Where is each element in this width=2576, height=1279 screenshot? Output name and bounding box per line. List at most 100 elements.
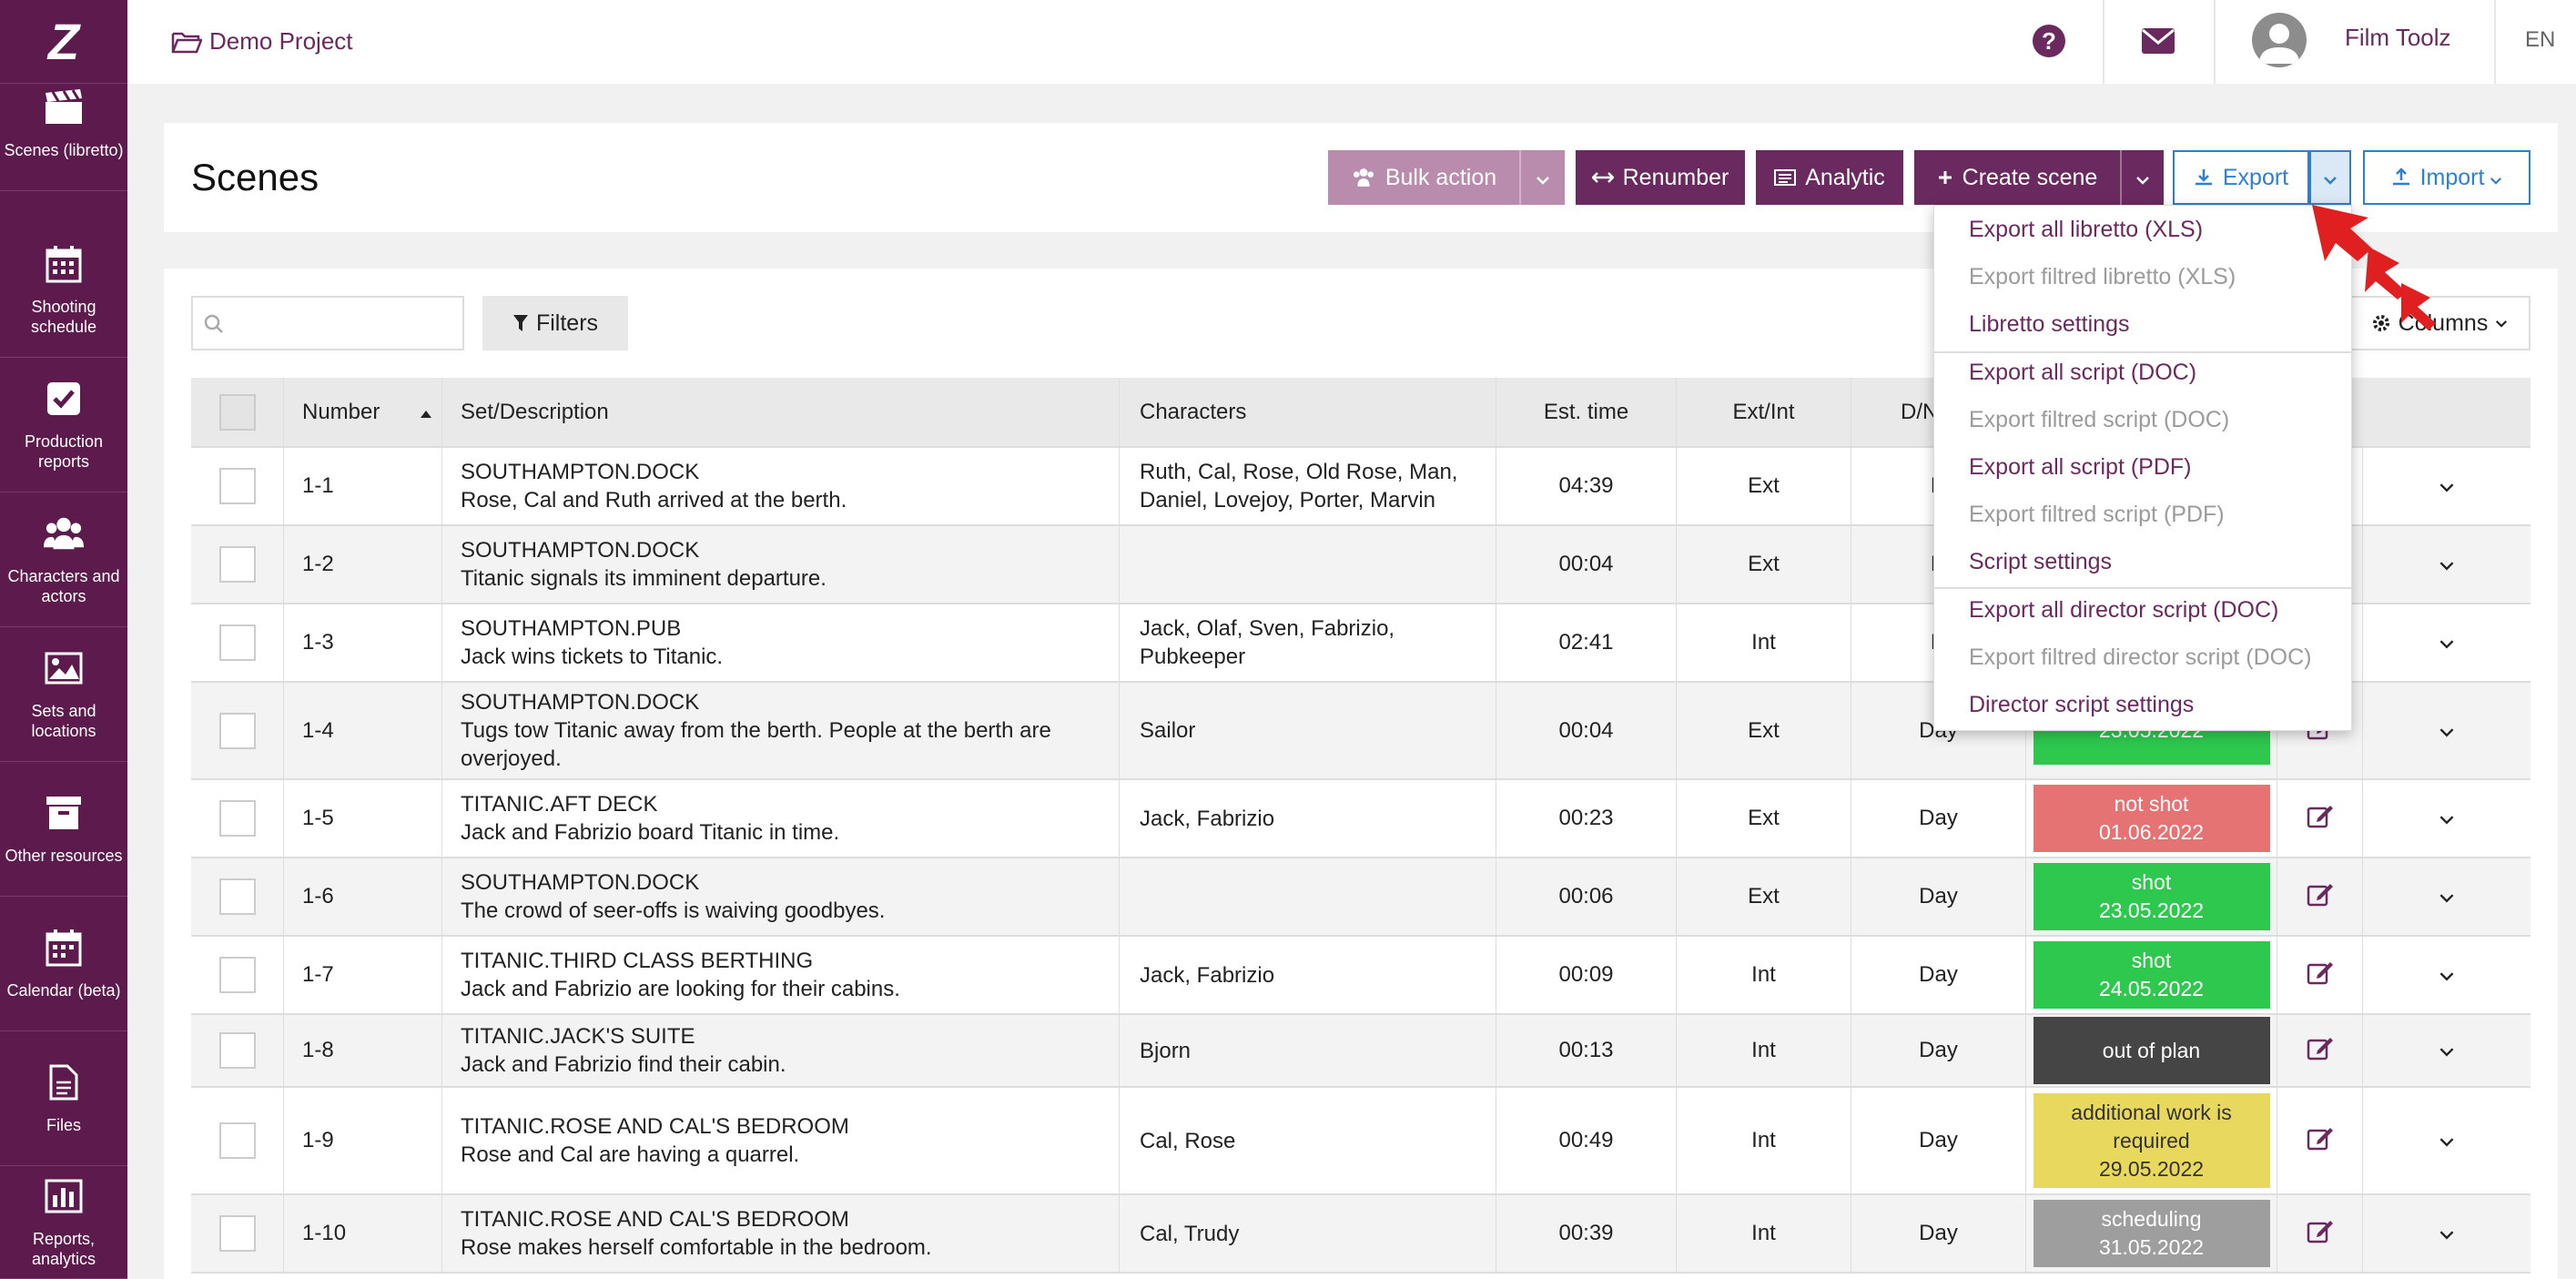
row-checkbox[interactable] — [218, 957, 256, 993]
menu-item-export-all-script-pdf[interactable]: Export all script (PDF) — [1969, 453, 2191, 481]
expand-cell — [2363, 1015, 2530, 1086]
status-badge[interactable]: shot 23.05.2022 — [2033, 863, 2270, 930]
sidebar-item-label: Production reports — [24, 431, 104, 471]
search-input[interactable] — [191, 296, 464, 350]
create-scene-dropdown[interactable] — [2120, 150, 2164, 205]
renumber-button[interactable]: Renumber — [1576, 150, 1745, 205]
sidebar-item-sets[interactable]: Sets and locations — [0, 627, 127, 762]
row-checkbox[interactable] — [218, 1122, 256, 1159]
scene-description: Rose, Cal and Ruth arrived at the berth. — [461, 488, 847, 513]
sidebar-item-other-resources[interactable]: Other resources — [0, 762, 127, 897]
column-header-label: Number — [302, 399, 380, 424]
sidebar-item-label: Files — [46, 1115, 81, 1134]
table-row[interactable]: 1-5 TITANIC.AFT DECK Jack and Fabrizio boa… — [191, 780, 2530, 858]
est-time: 00:06 — [1496, 858, 1677, 935]
column-header-est-time[interactable]: Est. time — [1496, 378, 1677, 446]
create-scene-button[interactable]: Create scene — [1914, 150, 2120, 205]
status-badge[interactable]: scheduling 31.05.2022 — [2033, 1200, 2270, 1267]
menu-item-export-all-script-doc[interactable]: Export all script (DOC) — [1969, 359, 2196, 386]
row-checkbox[interactable] — [218, 712, 256, 749]
row-checkbox[interactable] — [218, 624, 256, 661]
sidebar-item-files[interactable]: Files — [0, 1031, 127, 1166]
chevron-down-icon[interactable] — [2439, 884, 2455, 909]
menu-item-export-all-libretto-xls[interactable]: Export all libretto (XLS) — [1969, 216, 2203, 243]
chevron-down-icon[interactable] — [2439, 552, 2455, 577]
status-badge[interactable]: not shot 01.06.2022 — [2033, 785, 2270, 852]
sidebar-item-calendar[interactable]: Calendar (beta) — [0, 897, 127, 1031]
bulk-action-dropdown[interactable] — [1519, 150, 1565, 205]
sidebar-item-characters[interactable]: Characters and actors — [0, 492, 127, 627]
table-row[interactable]: 1-9 TITANIC.ROSE AND CAL'S BEDROOM Rose an… — [191, 1088, 2530, 1195]
row-checkbox[interactable] — [218, 878, 256, 915]
table-row[interactable]: 1-10 TITANIC.ROSE AND CAL'S BEDROOM Rose m… — [191, 1195, 2530, 1274]
characters-cell: Cal, Trudy — [1120, 1195, 1496, 1272]
chevron-down-icon[interactable] — [2439, 806, 2455, 831]
chevron-down-icon[interactable] — [2439, 630, 2455, 655]
row-checkbox[interactable] — [218, 1032, 256, 1069]
column-header-ext-int[interactable]: Ext/Int — [1677, 378, 1851, 446]
chevron-down-icon[interactable] — [2439, 718, 2455, 744]
export-button[interactable]: Export — [2173, 150, 2309, 205]
status-text: not shot — [2114, 792, 2189, 816]
pointer-arrow-icon — [2312, 205, 2436, 330]
analytic-button[interactable]: Analytic — [1756, 150, 1903, 205]
project-breadcrumb[interactable]: Demo Project — [171, 27, 353, 56]
avatar[interactable] — [2252, 13, 2307, 67]
sidebar-item-scenes[interactable]: Scenes (libretto) — [0, 56, 127, 191]
column-header-characters[interactable]: Characters — [1120, 378, 1496, 446]
chevron-down-icon[interactable] — [2439, 1128, 2455, 1153]
menu-item-libretto-settings[interactable]: Libretto settings — [1969, 310, 2130, 338]
chevron-down-icon[interactable] — [2439, 1038, 2455, 1063]
chevron-down-icon[interactable] — [2439, 473, 2455, 499]
sidebar-item-production-reports[interactable]: Production reports — [0, 358, 127, 492]
chevron-down-icon[interactable] — [2439, 962, 2455, 988]
row-checkbox[interactable] — [218, 546, 256, 583]
scene-set-cell: TITANIC.THIRD CLASS BERTHING Jack and Fab… — [442, 937, 1120, 1013]
expand-cell — [2363, 858, 2530, 935]
bulk-action-button[interactable]: Bulk action — [1328, 150, 1519, 205]
scene-characters: Bjorn — [1140, 1038, 1192, 1063]
edit-icon[interactable] — [2307, 1125, 2334, 1157]
ext-int: Ext — [1677, 858, 1851, 935]
status-text: 23.05.2022 — [2098, 898, 2205, 922]
import-button[interactable]: Import — [2363, 150, 2530, 205]
status-badge[interactable]: out of plan — [2033, 1017, 2270, 1084]
edit-icon[interactable] — [2307, 1035, 2334, 1067]
column-header-label: Ext/Int — [1732, 399, 1795, 424]
edit-icon[interactable] — [2307, 881, 2334, 913]
status-badge[interactable]: shot 24.05.2022 — [2033, 941, 2270, 1009]
sidebar-item-shooting-schedule[interactable]: Shooting schedule — [0, 223, 127, 358]
menu-item-export-all-director-script-doc[interactable]: Export all director script (DOC) — [1969, 596, 2278, 624]
chevron-down-icon — [1536, 165, 1550, 191]
row-checkbox[interactable] — [218, 1215, 256, 1252]
column-header-set[interactable]: Set/Description — [442, 378, 1120, 446]
arrows-horizontal-icon — [1591, 171, 1614, 184]
help-icon[interactable]: ? — [2033, 25, 2065, 57]
select-all-checkbox[interactable] — [218, 393, 256, 431]
create-scene-label: Create scene — [1962, 164, 2098, 190]
language-switch[interactable]: EN — [2525, 27, 2555, 53]
table-row[interactable]: 1-6 SOUTHAMPTON.DOCK The crowd of seer-off… — [191, 858, 2530, 937]
chevron-down-icon[interactable] — [2439, 1221, 2455, 1246]
status-badge[interactable]: additional work is required 29.05.2022 — [2033, 1093, 2270, 1188]
table-row[interactable]: 1-8 TITANIC.JACK'S SUITE Jack and Fabrizio… — [191, 1015, 2530, 1088]
filters-button[interactable]: Filters — [482, 296, 628, 350]
column-header-number[interactable]: Number — [284, 378, 442, 446]
edit-icon[interactable] — [2307, 1218, 2334, 1250]
envelope-icon[interactable] — [2141, 27, 2175, 59]
row-checkbox[interactable] — [218, 468, 256, 504]
menu-item-director-script-settings[interactable]: Director script settings — [1969, 691, 2194, 718]
edit-icon[interactable] — [2307, 803, 2334, 835]
table-row[interactable]: 1-7 TITANIC.THIRD CLASS BERTHING Jack and … — [191, 937, 2530, 1015]
row-checkbox[interactable] — [218, 800, 256, 837]
user-name[interactable]: Film Toolz — [2345, 24, 2451, 52]
day-night: Day — [1851, 1015, 2026, 1086]
sidebar-item-reports[interactable]: Reports, analytics — [0, 1166, 127, 1279]
menu-item-script-settings[interactable]: Script settings — [1969, 548, 2112, 575]
menu-item-export-filtred-director-script-doc: Export filtred director script (DOC) — [1969, 645, 2312, 670]
characters-cell: Jaсk, Fabrizio — [1120, 780, 1496, 857]
export-dropdown[interactable] — [2309, 150, 2351, 205]
edit-icon[interactable] — [2307, 959, 2334, 991]
row-select-cell — [191, 937, 284, 1013]
scene-description: overjoyed. — [461, 746, 562, 771]
